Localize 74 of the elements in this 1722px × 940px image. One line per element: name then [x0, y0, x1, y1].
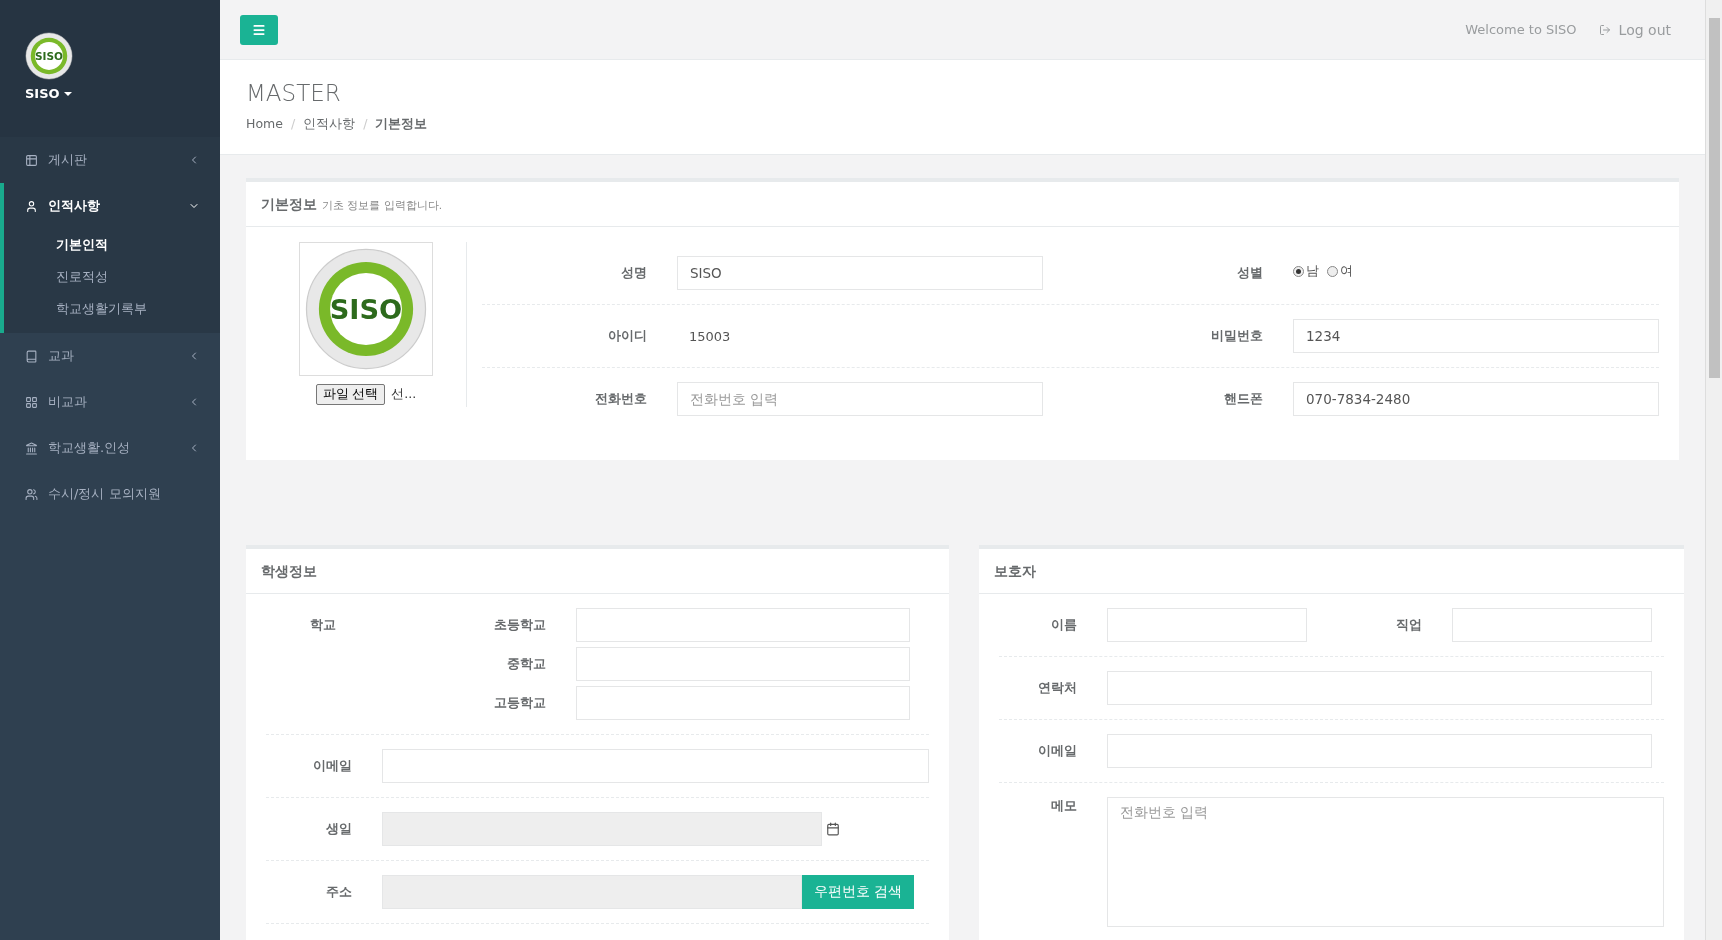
logo-icon: SISO [25, 32, 73, 80]
nav-subitem[interactable]: 학교생활기록부 [4, 293, 220, 325]
date-field[interactable] [382, 812, 822, 846]
memo-field[interactable]: 전화번호 입력 [1107, 797, 1664, 927]
field-label: 핸드폰 [1223, 390, 1264, 408]
field-label: 연락처 [1037, 679, 1078, 697]
nav-item[interactable]: 게시판 [0, 137, 220, 183]
field-label: 이메일 [312, 757, 353, 775]
nav-subitem[interactable]: 진로적성 [4, 261, 220, 293]
field-label: 전화번호 [594, 390, 648, 408]
field-label: 메모 [1050, 797, 1078, 815]
logout-icon [1598, 23, 1611, 36]
welcome-text: Welcome to SISO [1465, 22, 1577, 37]
breadcrumb-separator: / [363, 116, 368, 133]
input-field[interactable] [1107, 608, 1307, 642]
card-title: 학생정보 [261, 563, 317, 581]
field-label: 이름 [1050, 616, 1078, 634]
page-title: MASTER [246, 80, 342, 106]
id-value: 15003 [688, 328, 732, 344]
user-menu[interactable]: SISO [25, 86, 220, 101]
breadcrumb-item: 기본정보 [375, 116, 428, 133]
field-label: 초등학교 [493, 616, 547, 634]
grid-icon [25, 395, 38, 409]
input-field[interactable] [1452, 608, 1652, 642]
file-choose-button[interactable]: 파일 선택 [315, 384, 386, 405]
radio-label: 여 [1340, 262, 1353, 280]
input-field[interactable]: 전화번호 입력 [677, 382, 1043, 416]
nav-item[interactable]: 인적사항 [4, 183, 220, 229]
breadcrumb-item[interactable]: Home [246, 116, 283, 133]
card-title: 기본정보 [261, 196, 317, 214]
users-icon [25, 487, 38, 501]
field-label: 이메일 [1037, 742, 1078, 760]
bank-icon [25, 441, 38, 455]
field-label: 비밀번호 [1210, 327, 1264, 345]
field-label: 성별 [1236, 264, 1264, 282]
input-field[interactable] [576, 686, 910, 720]
address-field[interactable] [382, 875, 802, 909]
table-icon [25, 153, 38, 167]
input-field[interactable] [576, 608, 910, 642]
field-label: 고등학교 [493, 694, 547, 712]
file-name: 선... [391, 386, 417, 403]
input-field[interactable] [382, 749, 929, 783]
radio-button[interactable] [1327, 265, 1338, 277]
field-label: 성명 [620, 264, 648, 282]
input-field[interactable]: 1234 [1293, 319, 1659, 353]
input-field[interactable] [1107, 671, 1652, 705]
radio-label: 남 [1306, 262, 1319, 280]
nav-subitem[interactable]: 기본인적 [4, 229, 220, 261]
card-subtitle: 기초 정보를 입력합니다. [322, 199, 442, 213]
menu-button[interactable] [240, 14, 278, 45]
calendar-icon [826, 822, 840, 836]
profile-logo-icon: SISO [304, 247, 428, 371]
input-field[interactable] [576, 647, 910, 681]
field-label: 중학교 [506, 655, 547, 673]
breadcrumb-separator: / [290, 116, 296, 133]
field-label: 직업 [1395, 616, 1423, 634]
nav-item[interactable]: 비교과 [0, 379, 220, 425]
radio-button[interactable] [1293, 265, 1304, 277]
breadcrumb-item[interactable]: 인적사항 [303, 116, 356, 133]
field-label: 주소 [325, 883, 353, 901]
menu-icon [252, 22, 266, 37]
nav-item[interactable]: 수시/정시 모의지원 [0, 471, 220, 517]
nav-item[interactable]: 학교생활.인성 [0, 425, 220, 471]
field-label: 생일 [325, 820, 353, 838]
field-label: 아이디 [607, 327, 648, 345]
field-label: 학교 [309, 616, 337, 634]
input-field[interactable]: SISO [677, 256, 1043, 290]
input-field[interactable]: 070-7834-2480 [1293, 382, 1659, 416]
scrollbar[interactable] [1705, 0, 1722, 940]
nav-item[interactable]: 교과 [0, 333, 220, 379]
book-icon [25, 349, 38, 363]
card-title: 보호자 [994, 563, 1036, 581]
user-icon [25, 199, 38, 213]
input-field[interactable] [1107, 734, 1652, 768]
